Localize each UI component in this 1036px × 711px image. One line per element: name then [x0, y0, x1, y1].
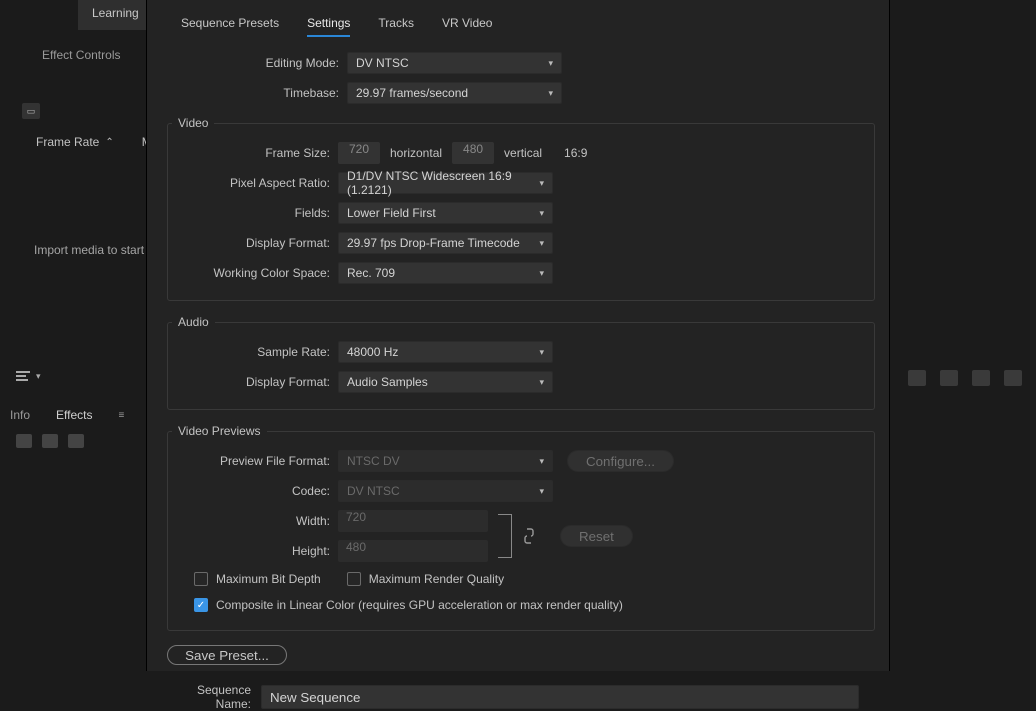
video-legend: Video	[172, 116, 214, 130]
fields-label: Fields:	[168, 206, 338, 220]
vertical-label: vertical	[504, 146, 542, 160]
fields-select[interactable]: Lower Field First ▾	[338, 202, 553, 224]
max-render-quality-checkbox[interactable]: Maximum Render Quality	[347, 572, 504, 586]
column-frame-rate[interactable]: Frame Rate	[36, 135, 99, 149]
new-sequence-dialog: Sequence Presets Settings Tracks VR Vide…	[146, 0, 890, 671]
checkbox-checked-icon: ✓	[194, 598, 208, 612]
sequence-name-input[interactable]	[261, 685, 859, 709]
chevron-down-icon: ▾	[539, 456, 544, 467]
codec-select: DV NTSC ▾	[338, 480, 553, 502]
v-display-format-label: Display Format:	[168, 236, 338, 250]
max-bit-depth-label: Maximum Bit Depth	[216, 572, 321, 586]
checkbox-icon	[347, 572, 361, 586]
chevron-down-icon: ▾	[539, 377, 544, 388]
timebase-label: Timebase:	[157, 86, 347, 100]
editing-mode-label: Editing Mode:	[157, 56, 347, 70]
composite-linear-checkbox[interactable]: ✓ Composite in Linear Color (requires GP…	[194, 598, 623, 612]
chevron-down-icon: ▾	[548, 88, 553, 99]
frame-height-input[interactable]: 480	[452, 142, 494, 164]
preview-format-select: NTSC DV ▾	[338, 450, 553, 472]
v-display-format-value: 29.97 fps Drop-Frame Timecode	[347, 236, 520, 250]
tab-settings[interactable]: Settings	[307, 16, 350, 37]
video-previews-legend: Video Previews	[172, 424, 267, 438]
chevron-down-icon: ▾	[539, 178, 544, 189]
a-display-format-value: Audio Samples	[347, 375, 428, 389]
bin-icon[interactable]	[16, 434, 32, 448]
height-input: 480	[338, 540, 488, 562]
chevron-down-icon: ▾	[548, 58, 553, 69]
bin-icon[interactable]	[42, 434, 58, 448]
chevron-down-icon: ▾	[539, 486, 544, 497]
sequence-name-label: Sequence Name:	[161, 683, 261, 711]
timebase-select[interactable]: 29.97 frames/second ▾	[347, 82, 562, 104]
chevron-down-icon[interactable]: ▾	[36, 371, 41, 382]
chevron-down-icon: ▾	[539, 268, 544, 279]
toolbar-icon[interactable]	[1004, 370, 1022, 386]
codec-label: Codec:	[168, 484, 338, 498]
par-select[interactable]: D1/DV NTSC Widescreen 16:9 (1.2121) ▾	[338, 172, 553, 194]
panel-tab-effects[interactable]: Effects	[56, 408, 92, 422]
sample-rate-select[interactable]: 48000 Hz ▾	[338, 341, 553, 363]
preview-format-value: NTSC DV	[347, 454, 400, 468]
frame-size-label: Frame Size:	[168, 146, 338, 160]
save-preset-button[interactable]: Save Preset...	[167, 645, 287, 665]
timebase-value: 29.97 frames/second	[356, 86, 468, 100]
max-bit-depth-checkbox[interactable]: Maximum Bit Depth	[194, 572, 321, 586]
chevron-down-icon: ▾	[539, 208, 544, 219]
tab-sequence-presets[interactable]: Sequence Presets	[181, 16, 279, 35]
v-display-format-select[interactable]: 29.97 fps Drop-Frame Timecode ▾	[338, 232, 553, 254]
panel-tab-info[interactable]: Info	[10, 408, 30, 422]
horizontal-label: horizontal	[390, 146, 442, 160]
sample-rate-label: Sample Rate:	[168, 345, 338, 359]
height-label: Height:	[168, 544, 338, 558]
panel-tab-effect-controls[interactable]: Effect Controls	[42, 48, 120, 62]
par-value: D1/DV NTSC Widescreen 16:9 (1.2121)	[347, 169, 533, 197]
bracket-icon	[498, 514, 512, 558]
camera-icon[interactable]	[972, 370, 990, 386]
bin-icon[interactable]	[68, 434, 84, 448]
workspace-tab-learning[interactable]: Learning	[78, 0, 153, 30]
preview-format-label: Preview File Format:	[168, 454, 338, 468]
reset-button[interactable]: Reset	[560, 525, 633, 547]
toolbar-icon[interactable]	[940, 370, 958, 386]
par-label: Pixel Aspect Ratio:	[168, 176, 338, 190]
panel-tab-menu-icon[interactable]: ≡	[118, 410, 124, 421]
composite-linear-label: Composite in Linear Color (requires GPU …	[216, 598, 623, 612]
chevron-down-icon: ▾	[539, 238, 544, 249]
sort-caret-icon[interactable]: ⌃	[105, 137, 113, 148]
video-group: Video Frame Size: 720 horizontal 480 ver…	[167, 116, 875, 301]
color-space-select[interactable]: Rec. 709 ▾	[338, 262, 553, 284]
editing-mode-select[interactable]: DV NTSC ▾	[347, 52, 562, 74]
sample-rate-value: 48000 Hz	[347, 345, 398, 359]
panel-menu-icon[interactable]	[16, 370, 30, 382]
link-icon[interactable]	[522, 527, 536, 545]
tab-vr-video[interactable]: VR Video	[442, 16, 492, 35]
toolbar-icon[interactable]	[908, 370, 926, 386]
audio-legend: Audio	[172, 315, 215, 329]
configure-button: Configure...	[567, 450, 674, 472]
color-space-label: Working Color Space:	[168, 266, 338, 280]
max-render-quality-label: Maximum Render Quality	[369, 572, 504, 586]
editing-mode-value: DV NTSC	[356, 56, 409, 70]
import-hint: Import media to start	[34, 243, 144, 257]
fields-value: Lower Field First	[347, 206, 436, 220]
aspect-ratio-text: 16:9	[564, 146, 587, 160]
checkbox-icon	[194, 572, 208, 586]
frame-width-input[interactable]: 720	[338, 142, 380, 164]
a-display-format-label: Display Format:	[168, 375, 338, 389]
video-previews-group: Video Previews Preview File Format: NTSC…	[167, 424, 875, 631]
tab-tracks[interactable]: Tracks	[378, 16, 414, 35]
color-space-value: Rec. 709	[347, 266, 395, 280]
chevron-down-icon: ▾	[539, 347, 544, 358]
width-input: 720	[338, 510, 488, 532]
audio-group: Audio Sample Rate: 48000 Hz ▾ Display Fo…	[167, 315, 875, 410]
codec-value: DV NTSC	[347, 484, 400, 498]
width-label: Width:	[168, 514, 338, 528]
panel-icon[interactable]: ▭	[22, 103, 40, 119]
dialog-tabs: Sequence Presets Settings Tracks VR Vide…	[147, 0, 889, 38]
a-display-format-select[interactable]: Audio Samples ▾	[338, 371, 553, 393]
